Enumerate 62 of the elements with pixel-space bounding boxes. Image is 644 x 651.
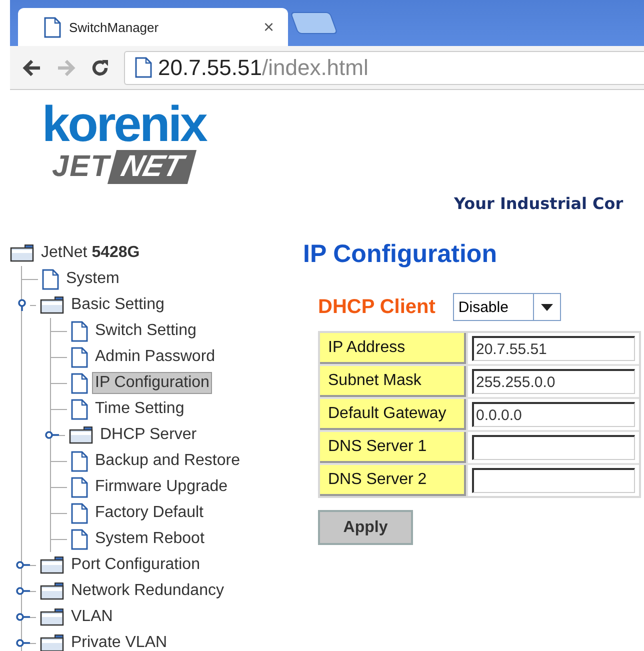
url-text: 20.7.55.51/index.html: [158, 54, 368, 80]
tree-item[interactable]: DHCP Server: [97, 424, 200, 446]
page-title: IP Configuration: [303, 240, 498, 269]
folder-icon: [40, 556, 64, 574]
page-icon: [71, 450, 88, 472]
folder-icon: [69, 426, 93, 444]
tree-item[interactable]: System Reboot: [92, 528, 208, 550]
tree-item[interactable]: Switch Setting: [92, 320, 200, 342]
tree-item[interactable]: IP Configuration: [92, 372, 212, 394]
folder-icon: [40, 582, 64, 600]
tree-item[interactable]: Basic Setting: [68, 294, 168, 316]
dhcp-client-select[interactable]: Disable: [453, 293, 562, 321]
page-icon: [44, 16, 61, 38]
folder-icon: [10, 244, 34, 262]
page-icon: [71, 320, 88, 342]
page-icon: [71, 346, 88, 368]
collapsed-handle-icon[interactable]: [16, 559, 30, 571]
logo: korenix JET NET: [42, 98, 208, 184]
page-icon: [71, 528, 88, 550]
new-tab-button[interactable]: [290, 12, 338, 34]
field-label: DNS Server 2: [320, 465, 466, 496]
collapsed-handle-icon[interactable]: [45, 429, 59, 441]
back-icon[interactable]: [22, 58, 42, 76]
tree-item[interactable]: Private VLAN: [68, 632, 170, 651]
tree-item[interactable]: Network Redundancy: [68, 580, 227, 602]
input-field[interactable]: 255.255.0.0: [472, 369, 635, 394]
tree-item[interactable]: System: [63, 268, 122, 290]
field-label: Subnet Mask: [320, 366, 466, 397]
field-label: DNS Server 1: [320, 432, 466, 463]
page-icon: [71, 476, 88, 498]
input-field[interactable]: 20.7.55.51: [472, 336, 635, 361]
address-bar[interactable]: 20.7.55.51/index.html: [124, 50, 644, 84]
input-field[interactable]: 0.0.0.0: [472, 402, 635, 427]
folder-icon: [40, 608, 64, 626]
apply-button[interactable]: Apply: [318, 510, 413, 545]
collapsed-handle-icon[interactable]: [16, 611, 30, 623]
tree-root[interactable]: JetNet 5428G: [38, 242, 143, 264]
browser-tab[interactable]: SwitchManager ×: [18, 8, 288, 46]
folder-icon: [40, 634, 64, 651]
field-label: IP Address: [320, 333, 466, 364]
reload-icon[interactable]: [90, 58, 110, 78]
page-icon: [135, 57, 152, 78]
folder-icon: [40, 296, 64, 314]
tree-item[interactable]: VLAN: [68, 606, 116, 628]
page-icon: [71, 398, 88, 420]
page-icon: [71, 372, 88, 394]
collapsed-handle-icon[interactable]: [16, 585, 30, 597]
tagline: Your Industrial Cor: [454, 194, 624, 213]
collapsed-handle-icon[interactable]: [16, 637, 30, 649]
page-icon: [71, 502, 88, 524]
tree-item[interactable]: Time Setting: [92, 398, 188, 420]
tree-item[interactable]: Factory Default: [92, 502, 206, 524]
input-field[interactable]: [472, 468, 635, 493]
tree-item[interactable]: Backup and Restore: [92, 450, 243, 472]
page-icon: [42, 268, 59, 290]
close-button[interactable]: ×: [263, 16, 274, 38]
input-field[interactable]: [472, 435, 635, 460]
field-label: Default Gateway: [320, 399, 466, 430]
tree-item[interactable]: Firmware Upgrade: [92, 476, 230, 498]
tree-item[interactable]: Admin Password: [92, 346, 218, 368]
tree-item[interactable]: Port Configuration: [68, 554, 203, 576]
dhcp-client-label: DHCP Client: [318, 296, 436, 318]
